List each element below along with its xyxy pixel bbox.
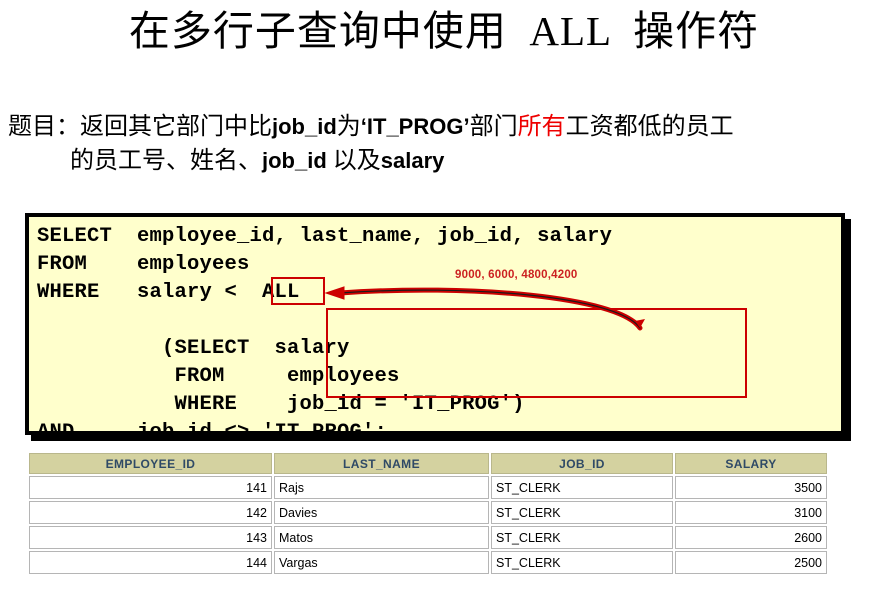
problem-text-part-4: 工资都低的员工 <box>565 114 734 140</box>
problem-text-part-6: 以及 <box>326 148 381 174</box>
problem-statement-line-1: 题目：返回其它部门中比job_id为‘IT_PROG’部门所有工资都低的员工 <box>6 110 882 144</box>
page-title: 在多行子查询中使用 ALL 操作符 <box>128 8 760 54</box>
problem-text-part-1: 题目：返回其它部门中比 <box>8 114 272 140</box>
cell-employee-id: 142 <box>29 501 272 524</box>
query-results-table: EMPLOYEE_ID LAST_NAME JOB_ID SALARY 141 … <box>27 451 829 576</box>
column-header-employee-id[interactable]: EMPLOYEE_ID <box>29 453 272 474</box>
problem-salary-token: salary <box>380 148 445 173</box>
annotation-values-label: 9000, 6000, 4800,4200 <box>455 269 578 281</box>
problem-text-part-5: 的员工号、姓名、 <box>70 148 262 174</box>
table-header-row: EMPLOYEE_ID LAST_NAME JOB_ID SALARY <box>29 453 827 474</box>
cell-job-id: ST_CLERK <box>491 551 673 574</box>
cell-employee-id: 143 <box>29 526 272 549</box>
table-row[interactable]: 143 Matos ST_CLERK 2600 <box>29 526 827 549</box>
problem-text-part-3: 部门 <box>469 114 518 140</box>
cell-last-name: Davies <box>274 501 489 524</box>
problem-emphasis-all: 所有 <box>517 114 566 140</box>
cell-last-name: Rajs <box>274 476 489 499</box>
problem-statement-line-2: 的员工号、姓名、job_id 以及salary <box>6 144 882 178</box>
problem-itprog-token: ‘IT_PROG’ <box>360 114 470 139</box>
problem-jobid-token: job_id <box>272 114 337 139</box>
problem-text-part-2: 为 <box>336 114 361 140</box>
cell-last-name: Matos <box>274 526 489 549</box>
column-header-last-name[interactable]: LAST_NAME <box>274 453 489 474</box>
problem-jobid-token-2: job_id <box>262 148 327 173</box>
sql-code-block: SELECT employee_id, last_name, job_id, s… <box>25 213 845 444</box>
sql-code-text: SELECT employee_id, last_name, job_id, s… <box>37 225 613 444</box>
cell-employee-id: 141 <box>29 476 272 499</box>
cell-salary: 3500 <box>675 476 827 499</box>
table-row[interactable]: 141 Rajs ST_CLERK 3500 <box>29 476 827 499</box>
cell-last-name: Vargas <box>274 551 489 574</box>
cell-salary: 2600 <box>675 526 827 549</box>
table-row[interactable]: 144 Vargas ST_CLERK 2500 <box>29 551 827 574</box>
table-row[interactable]: 142 Davies ST_CLERK 3100 <box>29 501 827 524</box>
column-header-salary[interactable]: SALARY <box>675 453 827 474</box>
cell-job-id: ST_CLERK <box>491 476 673 499</box>
cell-salary: 2500 <box>675 551 827 574</box>
cell-salary: 3100 <box>675 501 827 524</box>
problem-statement: 题目：返回其它部门中比job_id为‘IT_PROG’部门所有工资都低的员工 的… <box>6 110 882 178</box>
column-header-job-id[interactable]: JOB_ID <box>491 453 673 474</box>
cell-employee-id: 144 <box>29 551 272 574</box>
cell-job-id: ST_CLERK <box>491 501 673 524</box>
cell-job-id: ST_CLERK <box>491 526 673 549</box>
